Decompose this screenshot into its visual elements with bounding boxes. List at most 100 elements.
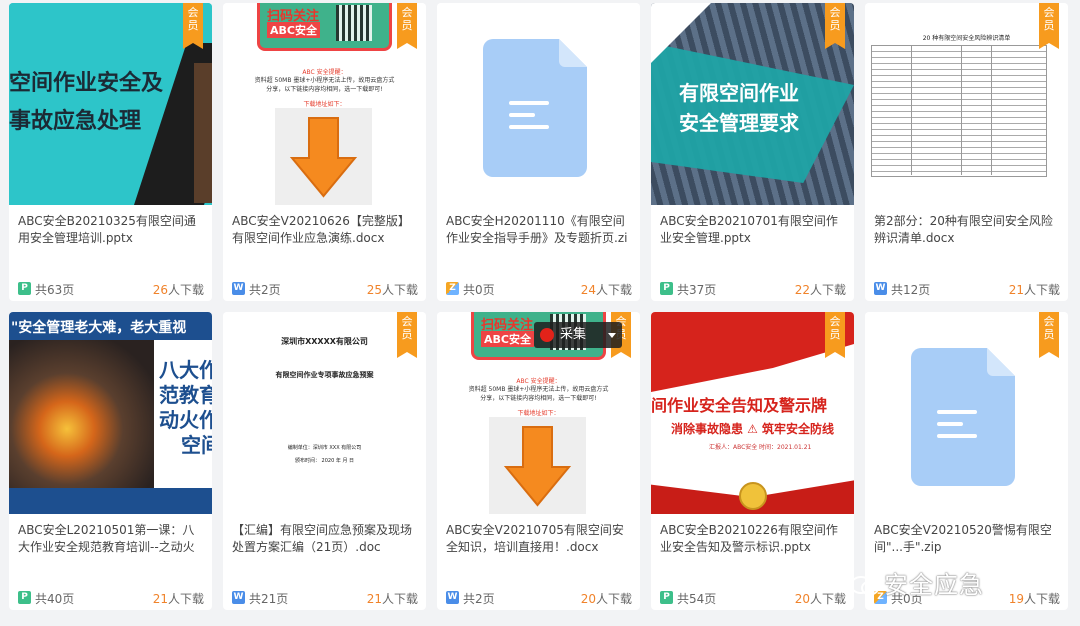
vip-badge: 会员: [1039, 312, 1059, 358]
thumbnail[interactable]: 间作业安全告知及警示牌 消除事故隐患 ⚠ 筑牢安全防线 汇报人：ABC安全 时间…: [651, 312, 854, 514]
thumb-line-1: 空间作业安全及: [9, 71, 164, 96]
thumb-line-2: 消除事故隐患 ⚠ 筑牢安全防线: [670, 422, 835, 436]
thumb-line-2: 事故应急处理: [9, 109, 142, 134]
pptx-file-icon: P: [18, 282, 31, 295]
download-count: 25人下载: [366, 283, 418, 297]
thumbnail[interactable]: 有限空间作业 安全管理要求: [651, 3, 854, 205]
doc-title[interactable]: ABC安全H20201110《有限空间作业安全指导手册》及专题折页.zip: [446, 213, 632, 247]
thumb-line-1: 有限空间作业: [679, 81, 799, 105]
doc-title[interactable]: ABC安全B20210226有限空间作业安全告知及警示标识.pptx: [660, 522, 846, 556]
doc-title[interactable]: ABC安全V20210626【完整版】有限空间作业应急演练.docx: [232, 213, 418, 247]
photo: [9, 340, 154, 488]
watermark: 安全应急: [850, 565, 984, 600]
page-count: 共0页: [463, 283, 495, 297]
thumbnail[interactable]: 空间作业安全及 事故应急处理: [9, 3, 212, 205]
doc-meta: P 共63页 26人下载: [18, 281, 204, 297]
collect-logo-icon: [540, 328, 554, 342]
zip-file-icon: Z: [446, 282, 459, 295]
qr-caption-2: ABC安全: [481, 331, 534, 347]
doc-card[interactable]: 20 种有限空间安全风险辨识清单 会员 第2部分：20种有限空间安全风险辨识清单…: [865, 3, 1068, 301]
vip-badge: 会员: [183, 3, 203, 49]
doc-card[interactable]: "安全管理老大难，老大重视 八大作 范教育 动火作 空间 ABC安全L20210…: [9, 312, 212, 610]
page-count: 共37页: [677, 283, 717, 297]
notice-body: 资料超 50MB 墨球+小程序无法上传，故用云盘方式分享，以下链接内容均相同，选…: [468, 386, 609, 402]
issuer: 编制单位：深圳市 XXX 有限公司: [287, 445, 362, 451]
download-count: 22人下载: [794, 283, 846, 297]
doc-card[interactable]: 有限空间作业 安全管理要求 会员 ABC安全B20210701有限空间作业安全管…: [651, 3, 854, 301]
doc-meta: W 共2页 20人下载: [446, 590, 632, 606]
thumbnail[interactable]: "安全管理老大难，老大重视 八大作 范教育 动火作 空间: [9, 312, 212, 514]
doc-card[interactable]: 扫码关注 ABC安全 ABC 安全提醒： 资料超 50MB 墨球+小程序无法上传…: [223, 3, 426, 301]
company-name: 深圳市XXXXX有限公司: [281, 337, 368, 346]
notice-title: ABC 安全提醒：: [516, 378, 561, 385]
presentation-date: 时间：2021.01.21: [759, 444, 812, 451]
qr-code-icon: [336, 5, 372, 41]
download-hint: 下载地址如下：: [303, 101, 346, 108]
download-arrow-icon: [275, 108, 372, 205]
download-count: 19人下载: [1008, 592, 1060, 606]
page-count: 共2页: [463, 592, 495, 606]
thumbnail[interactable]: 20 种有限空间安全风险辨识清单: [865, 3, 1068, 205]
download-count: 24人下载: [580, 283, 632, 297]
download-count: 21人下载: [152, 592, 204, 606]
document-grid: 空间作业安全及 事故应急处理 会员 ABC安全B20210325有限空间通用安全…: [0, 0, 1080, 626]
vip-badge: 会员: [1039, 3, 1059, 49]
doc-card[interactable]: 扫码关注 ABC安全 ABC 安全提醒： 资料超 50MB 墨球+小程序无法上传…: [437, 312, 640, 610]
chevron-down-icon[interactable]: [608, 333, 616, 338]
page-count: 共54页: [677, 592, 717, 606]
thumbnail[interactable]: 深圳市XXXXX有限公司 有限空间作业专项事故应急预案 编制单位：深圳市 XXX…: [223, 312, 426, 514]
docx-file-icon: W: [232, 591, 245, 604]
vip-badge: 会员: [397, 3, 417, 49]
page-count: 共21页: [249, 592, 289, 606]
download-count: 26人下载: [152, 283, 204, 297]
vip-badge: 会员: [825, 312, 845, 358]
collect-button[interactable]: 采集: [534, 322, 622, 348]
doc-title[interactable]: ABC安全B20210325有限空间通用安全管理培训.pptx: [18, 213, 204, 247]
docx-file-icon: W: [232, 282, 245, 295]
doc-title[interactable]: ABC安全L20210501第一课：八大作业安全规范教育培训--之动火作业...: [18, 522, 204, 556]
doc-title[interactable]: 第2部分：20种有限空间安全风险辨识清单.docx: [874, 213, 1060, 247]
collect-label: 采集: [560, 327, 587, 342]
generic-file-icon: [911, 348, 1015, 486]
wechat-icon: [850, 575, 880, 597]
vip-badge: 会员: [825, 3, 845, 49]
doc-title[interactable]: ABC安全V20210705有限空间安全知识，培训直接用！.docx: [446, 522, 632, 556]
table-preview: [871, 45, 1047, 177]
page-count: 共2页: [249, 283, 281, 297]
doc-card[interactable]: ABC安全H20201110《有限空间作业安全指导手册》及专题折页.zip Z …: [437, 3, 640, 301]
doc-card[interactable]: 深圳市XXXXX有限公司 有限空间作业专项事故应急预案 编制单位：深圳市 XXX…: [223, 312, 426, 610]
page-count: 共12页: [891, 283, 931, 297]
doc-card[interactable]: 空间作业安全及 事故应急处理 会员 ABC安全B20210325有限空间通用安全…: [9, 3, 212, 301]
presenter: 汇报人：ABC安全: [709, 444, 758, 451]
download-count: 20人下载: [580, 592, 632, 606]
notice-body: 资料超 50MB 墨球+小程序无法上传，故用云盘方式分享，以下链接内容均相同，选…: [254, 77, 395, 93]
pptx-file-icon: P: [660, 282, 673, 295]
doc-meta: P 共40页 21人下载: [18, 590, 204, 606]
doc-card[interactable]: 间作业安全告知及警示牌 消除事故隐患 ⚠ 筑牢安全防线 汇报人：ABC安全 时间…: [651, 312, 854, 610]
page-count: 共63页: [35, 283, 75, 297]
pptx-file-icon: P: [660, 591, 673, 604]
vip-badge: 会员: [397, 312, 417, 358]
thumbnail[interactable]: [865, 312, 1068, 514]
pptx-file-icon: P: [18, 591, 31, 604]
download-hint: 下载地址如下：: [517, 410, 560, 417]
docx-file-icon: W: [874, 282, 887, 295]
notice-title: ABC 安全提醒：: [302, 69, 347, 76]
doc-title[interactable]: ABC安全B20210701有限空间作业安全管理.pptx: [660, 213, 846, 247]
banner-text: "安全管理老大难，老大重视: [11, 320, 187, 336]
sheet-title: 20 种有限空间安全风险辨识清单: [922, 35, 1011, 42]
page-count: 共40页: [35, 592, 75, 606]
doc-title[interactable]: 【汇编】有限空间应急预案及现场处置方案汇编（21页）.doc: [232, 522, 418, 556]
generic-file-icon: [483, 39, 587, 177]
doc-meta: P 共37页 22人下载: [660, 281, 846, 297]
emblem-icon: [739, 482, 767, 510]
doc-title[interactable]: ABC安全V20210520警惕有限空间"...手".zip: [874, 522, 1060, 556]
doc-meta: Z 共0页 24人下载: [446, 281, 632, 297]
download-arrow-icon: [489, 417, 586, 514]
download-count: 21人下载: [1008, 283, 1060, 297]
qr-caption-2: ABC安全: [267, 22, 320, 38]
thumb-line-4: 空间: [181, 433, 212, 457]
doc-meta: W 共21页 21人下载: [232, 590, 418, 606]
thumbnail[interactable]: [437, 3, 640, 205]
thumbnail[interactable]: 扫码关注 ABC安全 ABC 安全提醒： 资料超 50MB 墨球+小程序无法上传…: [223, 3, 426, 205]
